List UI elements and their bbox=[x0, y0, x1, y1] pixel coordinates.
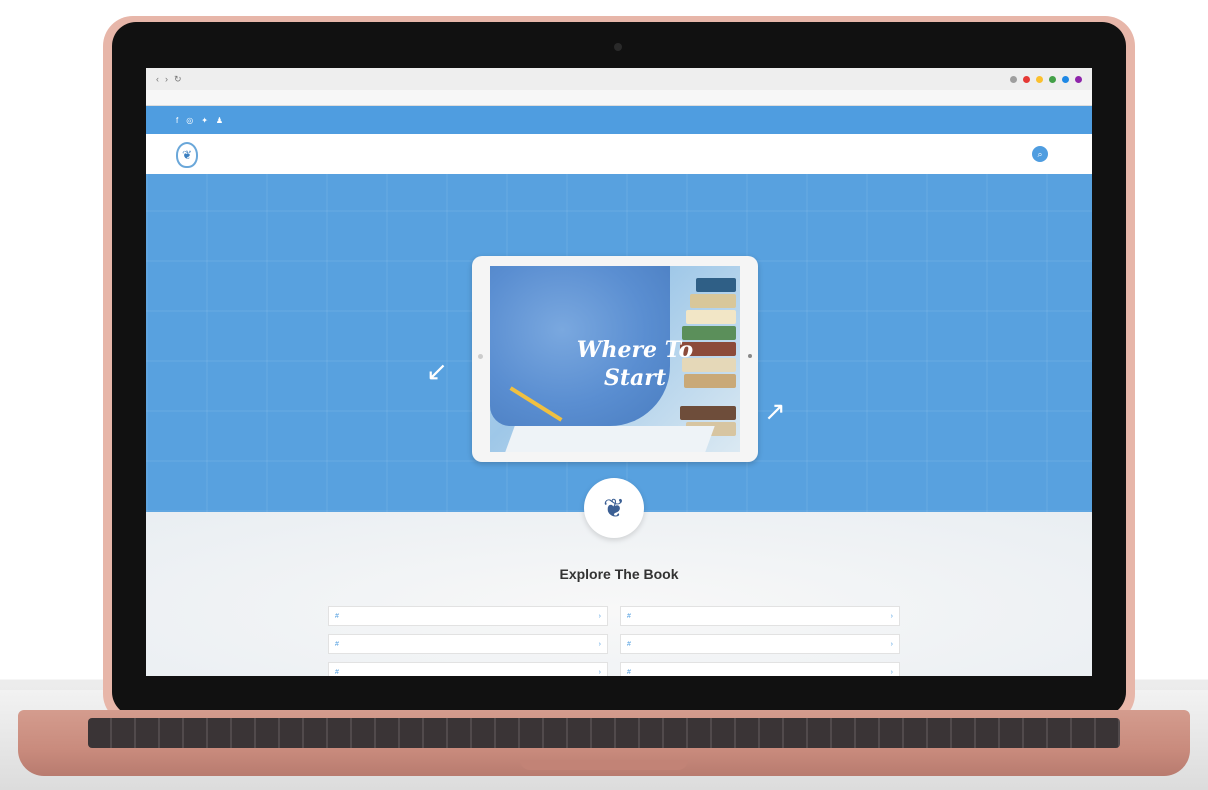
book-level-list: # › # › # › # › # › # › bbox=[328, 606, 900, 676]
webcam-icon bbox=[614, 43, 622, 51]
photo-stage: ‹ › ↻ f ◎ ✦ ♟ ❦ ⌕ Where To Start ↙ ↗ ❦ E… bbox=[0, 0, 1208, 790]
extension-icon[interactable] bbox=[1049, 75, 1056, 83]
browser-toolbar: ‹ › ↻ bbox=[146, 68, 1092, 90]
search-icon[interactable]: ⌕ bbox=[1032, 146, 1048, 162]
book-stack-item bbox=[686, 310, 736, 324]
curved-arrow-right-icon: ↗ bbox=[764, 396, 786, 426]
facebook-icon[interactable]: f bbox=[176, 116, 178, 125]
tag-icon: # bbox=[335, 668, 339, 676]
tag-icon: # bbox=[335, 640, 339, 648]
book-stack-item bbox=[696, 278, 736, 292]
book-level-card[interactable]: # › bbox=[620, 662, 900, 676]
curved-arrow-left-icon: ↙ bbox=[426, 356, 448, 386]
site-logo[interactable]: ❦ bbox=[176, 142, 198, 168]
explore-title: Explore The Book bbox=[559, 566, 679, 582]
tablet-mockup: Where To Start bbox=[472, 256, 758, 462]
hero-section: Where To Start ↙ ↗ bbox=[146, 174, 1092, 512]
twitter-icon[interactable]: ✦ bbox=[201, 116, 208, 125]
user-icon[interactable]: ♟ bbox=[216, 116, 223, 125]
book-stack-item bbox=[690, 294, 736, 308]
tablet-home-button bbox=[478, 354, 483, 359]
site-topbar: f ◎ ✦ ♟ bbox=[146, 106, 1092, 134]
chevron-right-icon: › bbox=[890, 668, 893, 676]
book-level-card[interactable]: # › bbox=[328, 606, 608, 626]
notebook-paper bbox=[505, 426, 715, 452]
extension-icon[interactable] bbox=[1036, 75, 1043, 83]
extension-icon[interactable] bbox=[1010, 75, 1017, 83]
laptop-lid-notch bbox=[520, 760, 688, 770]
tablet-headline: Where To Start bbox=[576, 337, 694, 391]
extension-icon[interactable] bbox=[1062, 75, 1069, 83]
book-level-card[interactable]: # › bbox=[328, 634, 608, 654]
tag-icon: # bbox=[627, 640, 631, 648]
bookmarks-bar bbox=[146, 90, 1092, 106]
extension-icons bbox=[1010, 75, 1082, 83]
main-navigation: ❦ ⌕ bbox=[146, 134, 1092, 174]
extension-icon[interactable] bbox=[1023, 75, 1030, 83]
back-icon[interactable]: ‹ bbox=[156, 74, 159, 84]
tablet-camera bbox=[748, 354, 752, 358]
chevron-right-icon: › bbox=[598, 612, 601, 620]
chevron-right-icon: › bbox=[598, 668, 601, 676]
social-links: f ◎ ✦ ♟ bbox=[176, 116, 223, 125]
tag-icon: # bbox=[627, 612, 631, 620]
tag-icon: # bbox=[627, 668, 631, 676]
book-level-card[interactable]: # › bbox=[620, 634, 900, 654]
book-level-card[interactable]: # › bbox=[620, 606, 900, 626]
reload-icon[interactable]: ↻ bbox=[174, 74, 182, 85]
chevron-right-icon: › bbox=[890, 640, 893, 648]
forward-icon[interactable]: › bbox=[165, 74, 168, 84]
tablet-screen-image: Where To Start bbox=[490, 266, 740, 452]
instagram-icon[interactable]: ◎ bbox=[186, 116, 193, 125]
chevron-right-icon: › bbox=[890, 612, 893, 620]
book-stack-item bbox=[680, 406, 736, 420]
extension-icon[interactable] bbox=[1075, 75, 1082, 83]
tag-icon: # bbox=[335, 612, 339, 620]
chevron-right-icon: › bbox=[598, 640, 601, 648]
site-emblem: ❦ bbox=[584, 478, 644, 538]
laptop-keyboard bbox=[88, 718, 1120, 748]
book-level-card[interactable]: # › bbox=[328, 662, 608, 676]
laptop-screen: ‹ › ↻ f ◎ ✦ ♟ ❦ ⌕ Where To Start ↙ ↗ ❦ E… bbox=[146, 68, 1092, 676]
